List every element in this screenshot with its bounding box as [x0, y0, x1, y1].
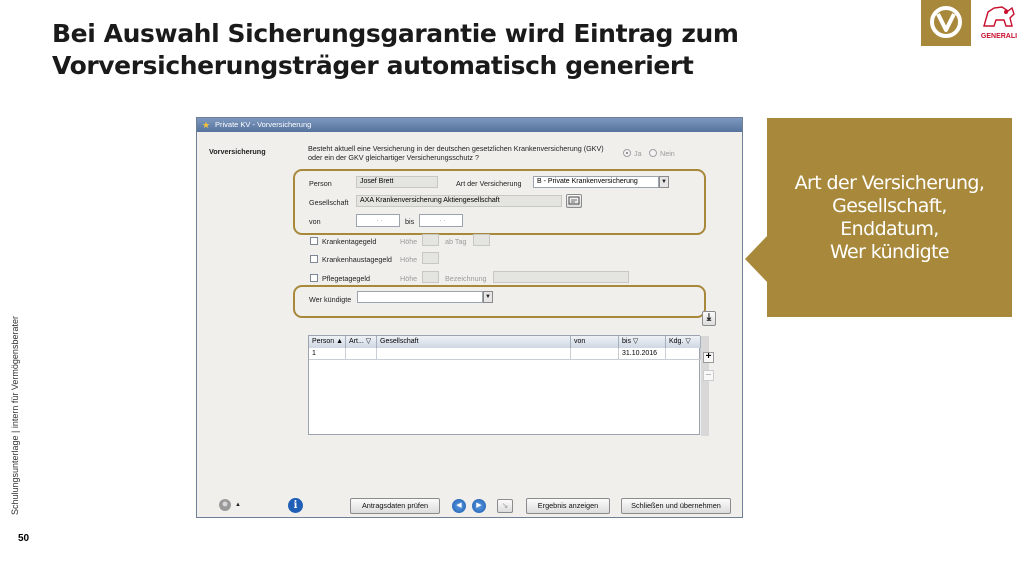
table-cell-bis[interactable]: 31.10.2016: [619, 348, 666, 360]
remove-row-button[interactable]: –: [703, 370, 714, 381]
generali-lion-icon: [983, 6, 1015, 27]
pflegetagegeld-label: Pflegetagegeld: [322, 274, 370, 283]
person-label: Person: [309, 179, 332, 188]
krankenhaustagegeld-checkbox[interactable]: [310, 255, 318, 263]
von-date-input[interactable]: . .: [356, 214, 400, 227]
generali-logo-text: GENERALI: [980, 33, 1018, 40]
radio-no-label: Nein: [660, 149, 675, 158]
krankentagegeld-hoehe-field: [422, 234, 439, 246]
page-number: 50: [18, 533, 30, 544]
callout-line-3: Enddatum,: [840, 218, 939, 240]
table-cell-kdg[interactable]: [666, 348, 701, 360]
pflegetagegeld-hoehe-field: [422, 271, 439, 283]
column-header-gesellschaft[interactable]: Gesellschaft: [377, 336, 571, 348]
column-header-kdg[interactable]: Kdg. ▽: [666, 336, 701, 348]
gesellschaft-field: AXA Krankenversicherung Aktiengesellscha…: [356, 195, 562, 207]
ergebnis-anzeigen-button[interactable]: Ergebnis anzeigen: [526, 498, 610, 514]
column-header-person[interactable]: Person ▲: [309, 336, 346, 348]
chevron-down-icon[interactable]: ▼: [483, 291, 493, 303]
star-icon: ★: [202, 120, 211, 130]
dvag-logo-icon: [930, 6, 962, 38]
krankenhaustagegeld-label: Krankenhaustagegeld: [322, 255, 392, 264]
ab-tag-field: [473, 234, 490, 246]
ab-tag-label: ab Tag: [445, 237, 467, 246]
generali-logo: GENERALI: [976, 2, 1022, 42]
radio-yes[interactable]: [623, 149, 631, 157]
art-der-versicherung-label: Art der Versicherung: [456, 179, 522, 188]
bezeichnung-field: [493, 271, 629, 283]
next-arrow-icon[interactable]: ▶: [472, 499, 486, 513]
user-avatar-icon: [219, 499, 231, 511]
bis-label: bis: [405, 217, 415, 226]
callout-pointer: [745, 235, 768, 283]
wer-kuendigte-select[interactable]: [357, 291, 483, 303]
bezeichnung-label: Bezeichnung: [445, 274, 487, 283]
table-cell-gesellschaft[interactable]: [377, 348, 571, 360]
callout-text: Art der Versicherung, Gesellschaft, Endd…: [767, 172, 1012, 264]
chevron-down-icon[interactable]: ▼: [659, 176, 669, 188]
prev-arrow-icon[interactable]: ◀: [452, 499, 466, 513]
von-label: von: [309, 217, 321, 226]
hoehe-label-3: Höhe: [400, 274, 418, 283]
jump-arrow-icon[interactable]: ↘: [497, 499, 513, 513]
radio-yes-label: Ja: [634, 149, 642, 158]
krankentagegeld-label: Krankentagegeld: [322, 237, 377, 246]
info-icon[interactable]: i: [288, 498, 303, 513]
arrow-down-icon[interactable]: ⤓: [702, 311, 716, 326]
user-icon[interactable]: [217, 499, 233, 513]
question-line-1: Besteht aktuell eine Versicherung in der…: [308, 144, 604, 153]
column-header-art[interactable]: Art... ▽: [346, 336, 377, 348]
column-header-von[interactable]: von: [571, 336, 619, 348]
folder-icon: [568, 196, 580, 205]
slide-title-line-2: Vorversicherungsträger automatisch gener…: [52, 51, 694, 80]
slide-title: Bei Auswahl Sicherungsgarantie wird Eint…: [52, 18, 812, 82]
gesellschaft-search-button[interactable]: [566, 194, 582, 208]
highlight-frame-wer-kuendigte: [293, 285, 706, 318]
gesellschaft-label: Gesellschaft: [309, 198, 349, 207]
pflegetagegeld-checkbox[interactable]: [310, 274, 318, 282]
slide-title-line-1: Bei Auswahl Sicherungsgarantie wird Eint…: [52, 19, 739, 48]
vorversicherung-table: Person ▲ Art... ▽ Gesellschaft von bis ▽…: [308, 335, 709, 436]
art-der-versicherung-select[interactable]: B - Private Krankenversicherung: [533, 176, 659, 188]
add-row-button[interactable]: +: [703, 352, 714, 363]
callout-line-1: Art der Versicherung,: [794, 172, 985, 194]
column-header-bis[interactable]: bis ▽: [619, 336, 666, 348]
section-label-vorversicherung: Vorversicherung: [209, 147, 266, 156]
window-title: Private KV - Vorversicherung: [215, 120, 312, 129]
table-cell-von[interactable]: [571, 348, 619, 360]
side-text: Schulungsunterlage | intern für Vermögen…: [10, 316, 20, 515]
hoehe-label-2: Höhe: [400, 255, 418, 264]
callout-line-4: Wer kündigte: [829, 241, 950, 263]
table-cell-art[interactable]: [346, 348, 377, 360]
krankenhaustagegeld-hoehe-field: [422, 252, 439, 264]
krankentagegeld-checkbox[interactable]: [310, 237, 318, 245]
question-line-2: oder ein der GKV gleichartiger Versicher…: [308, 153, 479, 162]
bis-date-input[interactable]: . .: [419, 214, 463, 227]
radio-no[interactable]: [649, 149, 657, 157]
app-window: ★ Private KV - Vorversicherung Vorversic…: [196, 117, 743, 518]
caret-up-icon[interactable]: ▲: [235, 502, 241, 508]
wer-kuendigte-label: Wer kündigte: [309, 295, 352, 304]
antragsdaten-pruefen-button[interactable]: Antragsdaten prüfen: [350, 498, 440, 514]
hoehe-label-1: Höhe: [400, 237, 418, 246]
dvag-logo: [921, 0, 971, 46]
callout-line-2: Gesellschaft,: [832, 195, 947, 217]
person-field: Josef Brett: [356, 176, 438, 188]
window-titlebar[interactable]: ★ Private KV - Vorversicherung: [197, 118, 742, 132]
schliessen-uebernehmen-button[interactable]: Schließen und übernehmen: [621, 498, 731, 514]
table-cell-person[interactable]: 1: [309, 348, 346, 360]
